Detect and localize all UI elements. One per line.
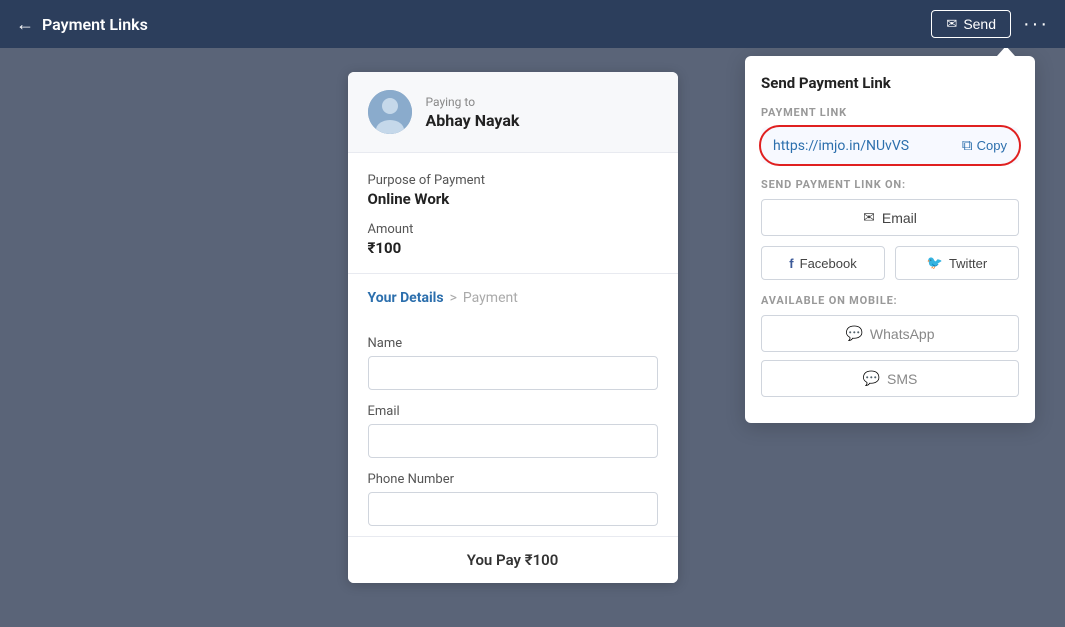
pay-footer: You Pay ₹100: [348, 536, 678, 583]
amount-value: ₹100: [368, 239, 658, 257]
name-field-label: Name: [368, 336, 658, 351]
name-input[interactable]: [368, 356, 658, 390]
payee-section: Paying to Abhay Nayak: [348, 72, 678, 153]
step-your-details: Your Details: [368, 290, 444, 306]
email-icon: ✉: [863, 209, 875, 226]
purpose-label: Purpose of Payment: [368, 173, 658, 188]
link-row: https://imjo.in/NUvVS ⧉ Copy: [761, 127, 1019, 164]
phone-input[interactable]: [368, 492, 658, 526]
paying-to-label: Paying to: [426, 95, 520, 109]
payee-info: Paying to Abhay Nayak: [426, 95, 520, 130]
payment-link-url[interactable]: https://imjo.in/NUvVS: [773, 138, 954, 154]
payment-card: Paying to Abhay Nayak Purpose of Payment…: [348, 72, 678, 583]
steps-bar: Your Details > Payment: [348, 273, 678, 322]
purpose-value: Online Work: [368, 190, 658, 208]
facebook-share-button[interactable]: f Facebook: [761, 246, 885, 280]
copy-icon: ⧉: [962, 137, 973, 154]
social-share-row: f Facebook 🐦 Twitter: [761, 246, 1019, 280]
page-title: Payment Links: [42, 15, 148, 34]
email-field-label: Email: [368, 404, 658, 419]
copy-button[interactable]: ⧉ Copy: [962, 137, 1007, 154]
main-content: Paying to Abhay Nayak Purpose of Payment…: [0, 48, 1065, 627]
back-arrow-icon[interactable]: ←: [16, 14, 34, 35]
header: ← Payment Links ✉ Send ···: [0, 0, 1065, 48]
step-separator: >: [450, 290, 457, 306]
header-left: ← Payment Links: [16, 14, 148, 35]
phone-field-label: Phone Number: [368, 472, 658, 487]
mobile-label: AVAILABLE ON MOBILE:: [761, 294, 1019, 307]
form-section: Name Email Phone Number: [348, 336, 678, 536]
sms-share-button[interactable]: 💬 SMS: [761, 360, 1019, 397]
send-email-icon: ✉: [946, 16, 957, 32]
whatsapp-icon: 💬: [845, 325, 862, 342]
panel-title: Send Payment Link: [761, 74, 1019, 92]
twitter-share-button[interactable]: 🐦 Twitter: [895, 246, 1019, 280]
step-payment: Payment: [463, 290, 518, 306]
email-input[interactable]: [368, 424, 658, 458]
facebook-icon: f: [789, 256, 793, 271]
email-share-button[interactable]: ✉ Email: [761, 199, 1019, 236]
payee-name: Abhay Nayak: [426, 111, 520, 130]
sms-icon: 💬: [863, 370, 880, 387]
send-button[interactable]: ✉ Send: [931, 10, 1011, 38]
avatar: [368, 90, 412, 134]
amount-label: Amount: [368, 222, 658, 237]
header-right: ✉ Send ···: [931, 10, 1049, 38]
more-options-button[interactable]: ···: [1023, 13, 1049, 36]
send-on-label: SEND PAYMENT LINK ON:: [761, 178, 1019, 191]
whatsapp-share-button[interactable]: 💬 WhatsApp: [761, 315, 1019, 352]
payment-details: Purpose of Payment Online Work Amount ₹1…: [348, 153, 678, 257]
send-payment-panel: Send Payment Link PAYMENT LINK https://i…: [745, 56, 1035, 423]
twitter-icon: 🐦: [927, 255, 943, 271]
link-section-label: PAYMENT LINK: [761, 106, 1019, 119]
